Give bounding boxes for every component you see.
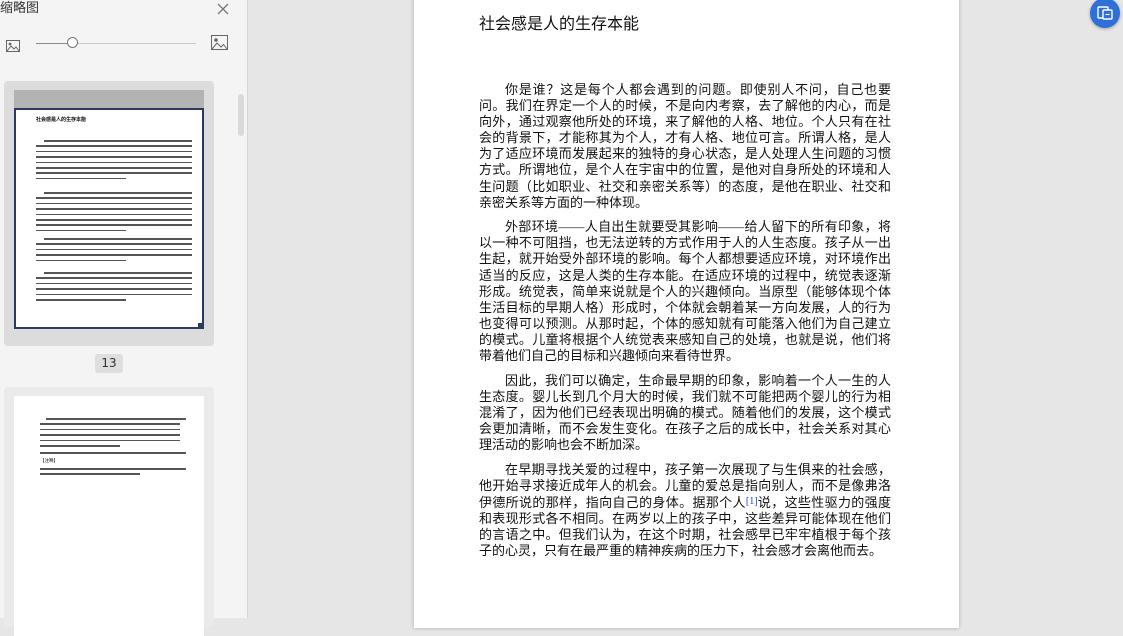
thumbnail-text-line — [36, 259, 126, 262]
paragraph-4: 在早期寻找关爱的过程中，孩子第一次展现了与生俱来的社会感，他开始寻求接近成年人的… — [479, 462, 891, 560]
thumbnail-text-line — [36, 293, 192, 296]
image-large-icon[interactable] — [211, 35, 228, 54]
thumbnail-page-14[interactable]: 【注释】 — [4, 387, 214, 636]
current-page-number: 13 — [95, 354, 123, 373]
zoom-slider-thumb[interactable] — [66, 37, 78, 48]
image-small-icon[interactable] — [6, 37, 20, 56]
thumbnail-zoom-control — [0, 33, 247, 55]
thumbnail-text-line — [36, 282, 192, 285]
close-icon[interactable] — [215, 1, 231, 17]
paragraph-2: 外部环境——人自出生就要受其影响——给人留下的所有印象，将以一种不可阻挡，也无法… — [479, 219, 891, 363]
paragraph-3: 因此，我们可以确定，生命最早期的印象，影响着一个人一生的人生态度。婴儿长到几个月… — [479, 372, 891, 452]
thumbnail-text-line — [36, 161, 192, 164]
thumbnail-text-line — [46, 418, 186, 420]
reading-mode-button[interactable] — [1090, 0, 1120, 28]
thumbnail-prev-page-edge — [14, 90, 204, 108]
thumbnail-footnote-label: 【注释】 — [40, 459, 58, 464]
thumbnail-text-line — [36, 145, 192, 147]
thumbnail-text-line — [36, 224, 192, 226]
thumbnail-text-line — [36, 167, 192, 169]
page-title: 社会感是人的生存本能 — [479, 14, 640, 33]
thumbnail-text-line — [36, 156, 192, 158]
thumbnail-panel: 缩略图 社会感是人的生存本能 13 【注释】 — [0, 0, 248, 636]
thumbnail-text-line — [36, 248, 192, 251]
document-page: 社会感是人的生存本能 你是谁？这是每个人都会遇到的问题。即使别人不问，自己也要问… — [414, 0, 959, 628]
thumbnail-text-line — [36, 208, 192, 210]
thumbnail-text-line — [40, 452, 186, 454]
thumbnail-text-line — [36, 277, 192, 279]
thumbnail-text-line — [44, 140, 192, 142]
thumbnail-text-line — [36, 197, 192, 199]
zoom-slider[interactable] — [36, 37, 196, 48]
thumbnail-text-line — [36, 254, 192, 256]
thumbnail-title: 社会感是人的生存本能 — [36, 117, 87, 123]
thumbnail-text-line — [40, 439, 180, 442]
thumbnail-page-preview: 社会感是人的生存本能 — [14, 108, 204, 329]
thumbnail-page-preview: 【注释】 — [14, 396, 204, 636]
thumbnail-text-line — [44, 238, 192, 240]
panel-scrollbar[interactable] — [238, 94, 244, 136]
thumbnail-text-line — [36, 172, 192, 174]
thumbnail-text-line — [36, 177, 126, 180]
document-body: 你是谁？这是每个人都会遇到的问题。即使别人不问，自己也要问。我们在界定一个人的时… — [479, 82, 891, 568]
thumbnail-text-line — [40, 434, 180, 436]
thumbnail-text-line — [36, 219, 192, 221]
thumbnail-text-line — [40, 468, 186, 470]
thumbnail-text-line — [40, 428, 180, 431]
thumbnail-text-line — [36, 213, 192, 216]
thumbnail-page-13[interactable]: 社会感是人的生存本能 — [4, 81, 214, 346]
thumbnail-text-line — [44, 272, 192, 274]
thumbnail-text-line — [36, 243, 192, 245]
thumbnail-text-line — [36, 229, 126, 232]
thumbnail-text-line — [44, 192, 192, 194]
paragraph-1: 你是谁？这是每个人都会遇到的问题。即使别人不问，自己也要问。我们在界定一个人的时… — [479, 82, 891, 210]
thumbnail-text-line — [40, 445, 120, 447]
thumbnail-text-line — [36, 288, 192, 290]
thumbnail-text-line — [36, 202, 192, 205]
reading-mode-icon — [1097, 6, 1113, 20]
panel-title: 缩略图 — [0, 1, 40, 16]
footnote-link[interactable]: [1] — [746, 496, 758, 507]
thumbnail-text-line — [40, 423, 180, 425]
thumbnail-text-line — [36, 150, 192, 153]
thumbnail-text-line — [36, 299, 126, 301]
thumbnail-text-line — [40, 473, 140, 475]
thumbnail-corner-marker — [198, 323, 202, 327]
